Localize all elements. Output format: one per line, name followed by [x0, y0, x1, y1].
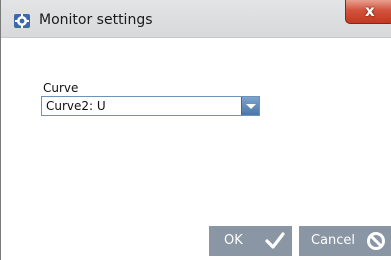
- curve-select-value: Curve2: U: [46, 99, 106, 113]
- close-button[interactable]: x: [345, 0, 391, 24]
- ok-button[interactable]: OK: [209, 226, 292, 256]
- ok-button-label: OK: [224, 233, 243, 248]
- app-icon: [13, 12, 31, 30]
- cancel-button-label: Cancel: [311, 233, 356, 248]
- monitor-settings-dialog: Monitor settings x Curve Curve2: U OK Ca…: [0, 0, 391, 260]
- prohibited-icon: [366, 231, 386, 251]
- checkmark-icon: [265, 231, 285, 251]
- cancel-button[interactable]: Cancel: [299, 226, 391, 256]
- title-bar[interactable]: Monitor settings x: [1, 0, 391, 38]
- window-title: Monitor settings: [39, 12, 153, 28]
- curve-label: Curve: [43, 81, 79, 95]
- close-icon: x: [365, 2, 375, 20]
- chevron-down-icon[interactable]: [241, 97, 259, 115]
- curve-select[interactable]: Curve2: U: [41, 96, 260, 116]
